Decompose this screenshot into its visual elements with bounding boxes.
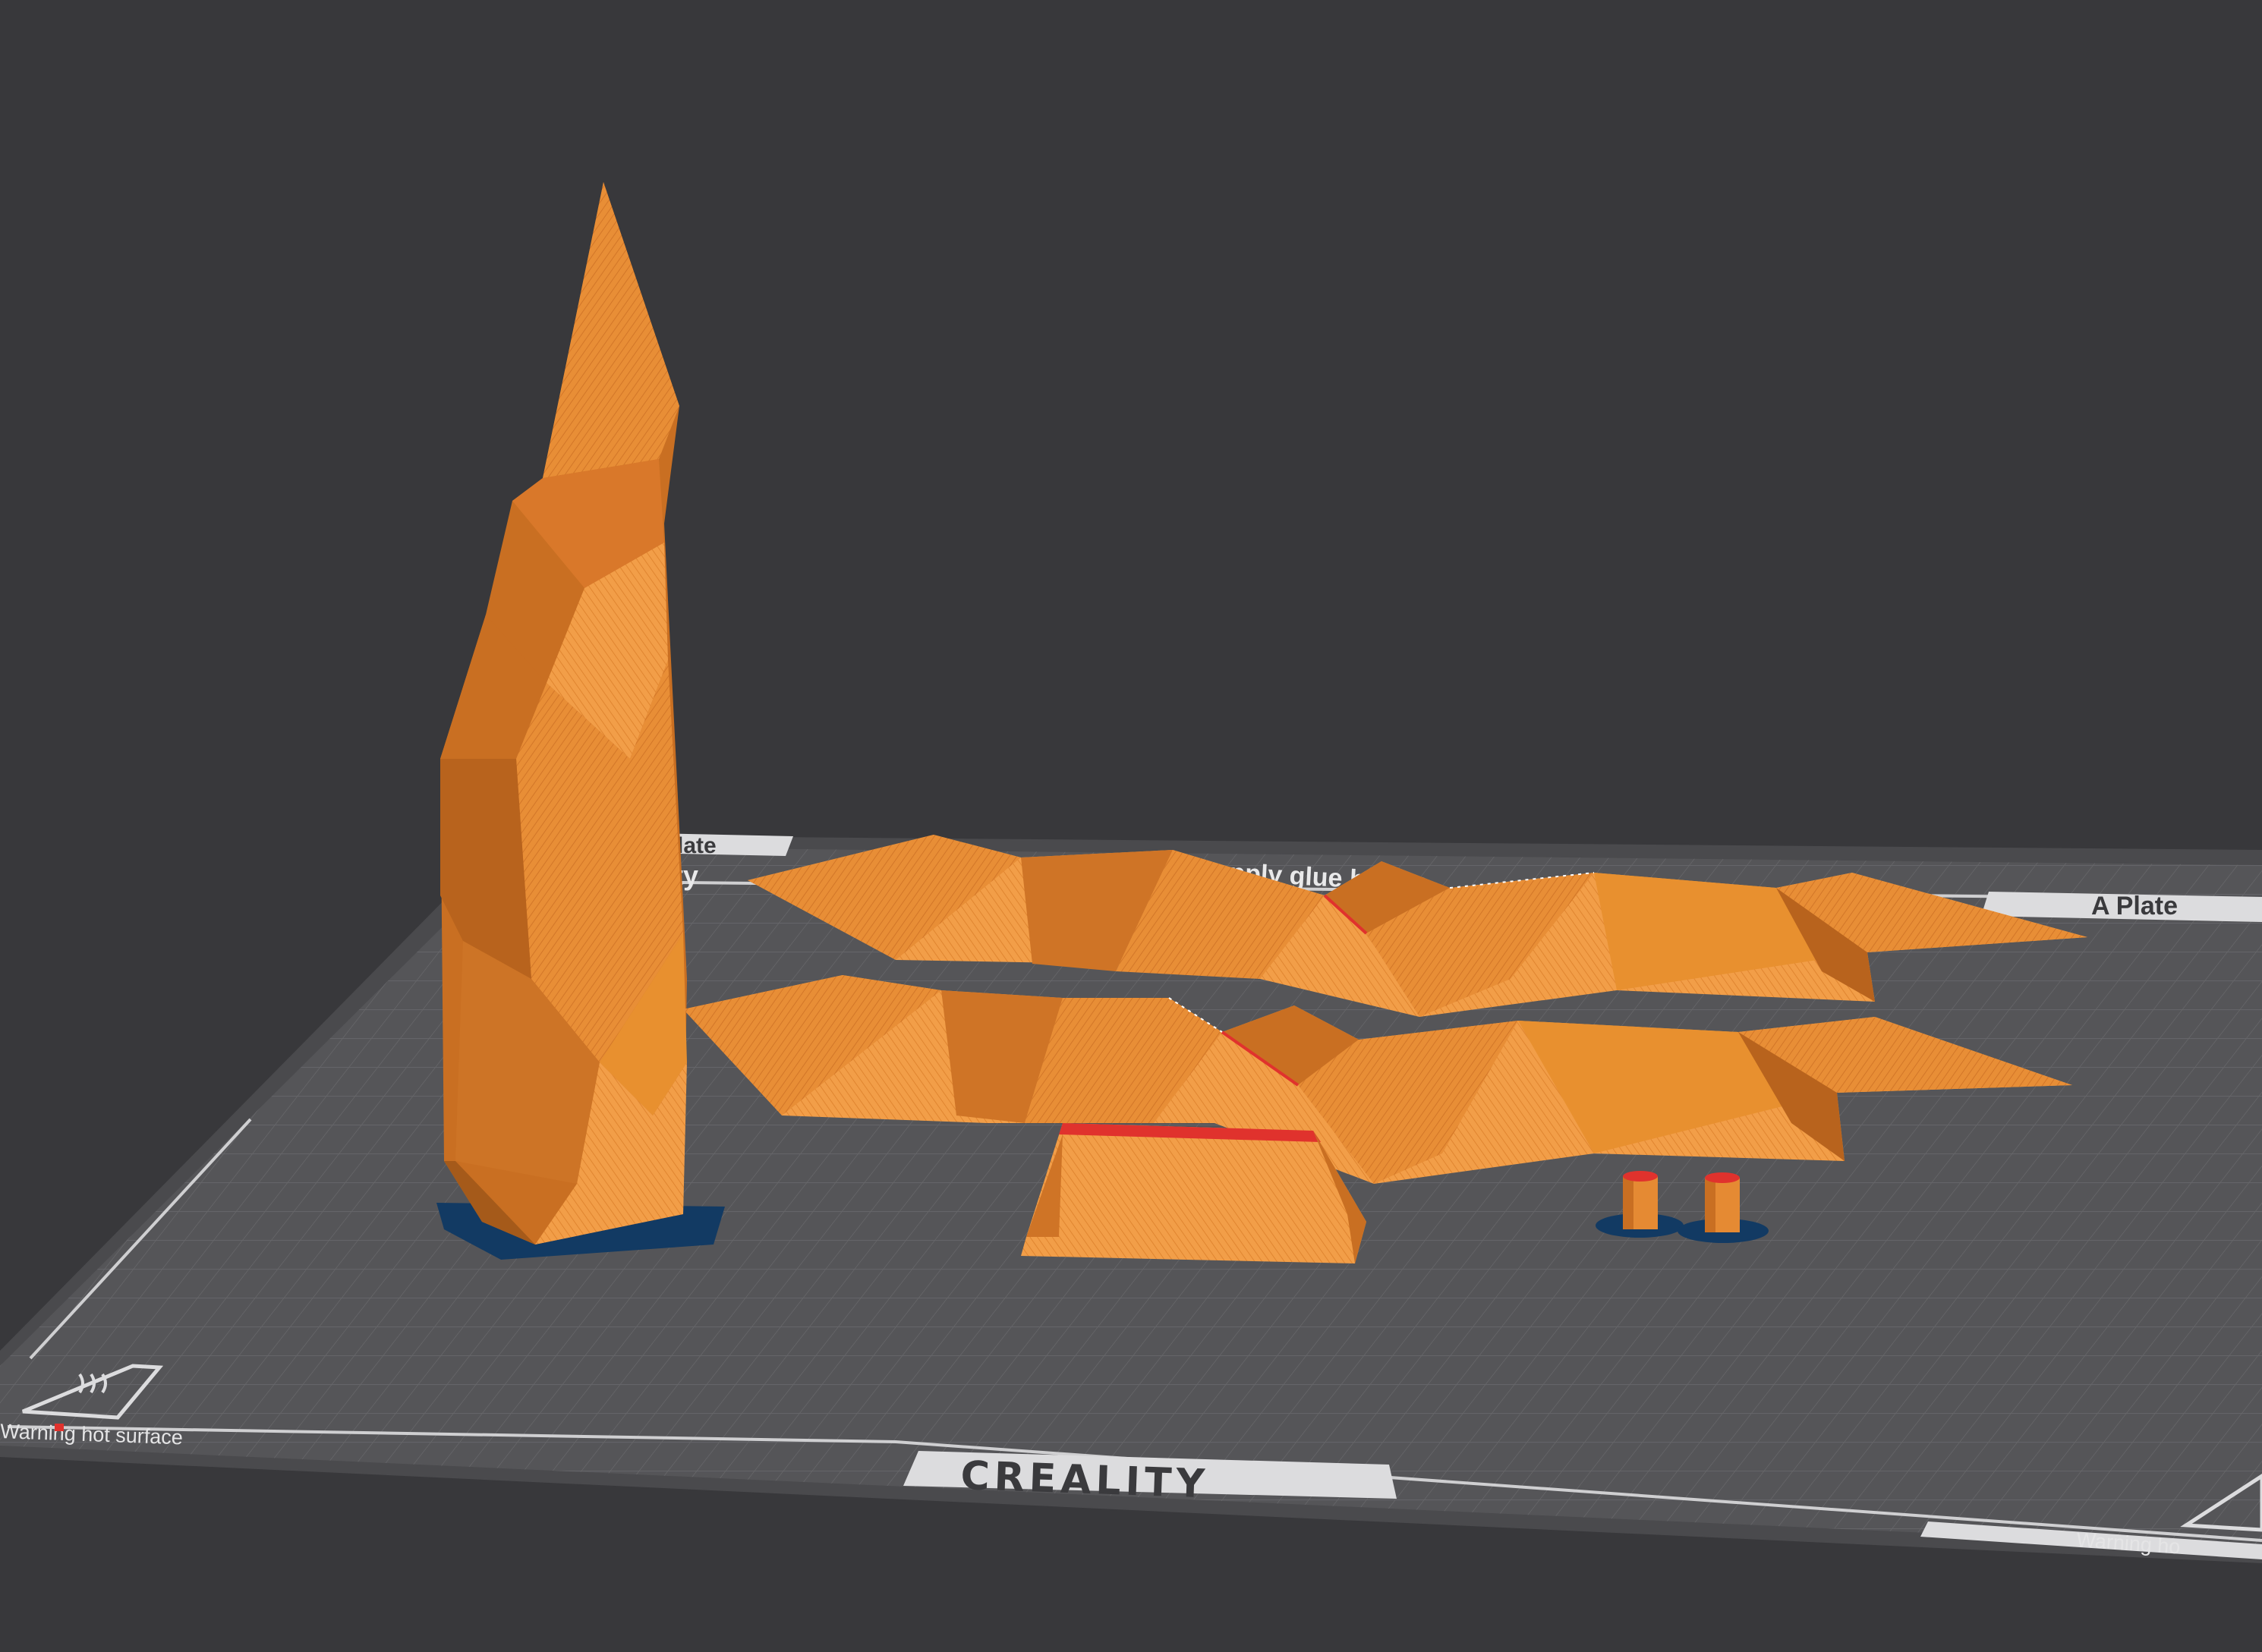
3d-viewport[interactable]: Plate lity apply glue before A Plate CRE… [0,0,2262,1648]
scene-canvas[interactable]: Plate lity apply glue before A Plate CRE… [0,0,2262,1648]
bed-plate-label-right: A Plate [2091,892,2178,920]
spire-model[interactable] [436,182,725,1260]
bed-brand-logo: CREALITY [960,1453,1210,1507]
block-model[interactable] [1021,1123,1366,1263]
